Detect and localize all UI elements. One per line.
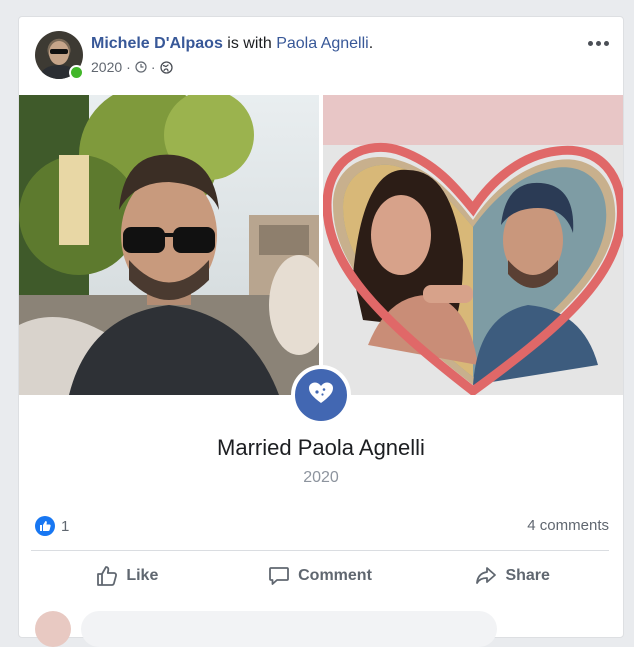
title-period: . [368,35,374,52]
globe-icon[interactable] [159,60,173,74]
comment-input[interactable] [81,611,497,647]
like-label: Like [126,567,159,584]
post-title-line: Michele D'Alpaos is with Paola Agnelli. [91,35,373,53]
photo-collage[interactable] [19,95,623,395]
life-event-title: Married Paola Agnelli [217,435,425,460]
life-event-year: 2020 [303,469,339,486]
thumbs-up-outline-icon [96,565,118,587]
author-name-link[interactable]: Michele D'Alpaos [91,35,223,52]
post-meta: 2020 · · [91,59,173,75]
viewer-avatar[interactable] [35,611,71,647]
meta-separator: · [150,59,156,75]
more-options-icon[interactable] [585,33,611,53]
comment-button[interactable]: Comment [224,557,417,595]
speech-bubble-icon [268,565,290,587]
thumbs-up-icon [35,516,55,536]
photo-man-sunglasses[interactable] [19,95,319,395]
online-status-indicator [69,65,84,80]
life-event-badge [291,365,351,425]
post-header: Michele D'Alpaos is with Paola Agnelli. … [35,31,609,85]
comment-label: Comment [298,567,372,584]
author-avatar[interactable] [35,31,84,80]
is-with-text: is with [227,35,272,52]
post-date-link[interactable]: 2020 [91,59,122,75]
meta-separator: · [126,59,131,75]
photo-couple-heart-frame[interactable] [323,95,623,395]
post-actions: Like Comment Share [31,557,609,595]
actions-divider [31,550,609,551]
clock-icon [135,61,147,73]
reaction-count[interactable]: 1 [61,518,69,535]
share-button[interactable]: Share [416,557,609,595]
share-arrow-icon [475,565,497,587]
post-card: Michele D'Alpaos is with Paola Agnelli. … [18,16,624,647]
heart-icon [308,381,334,410]
tagged-person-link[interactable]: Paola Agnelli [276,35,369,52]
reactions-summary[interactable]: 1 [35,515,69,537]
like-button[interactable]: Like [31,557,224,595]
share-label: Share [505,567,550,584]
comments-count-link[interactable]: 4 comments [527,517,609,534]
